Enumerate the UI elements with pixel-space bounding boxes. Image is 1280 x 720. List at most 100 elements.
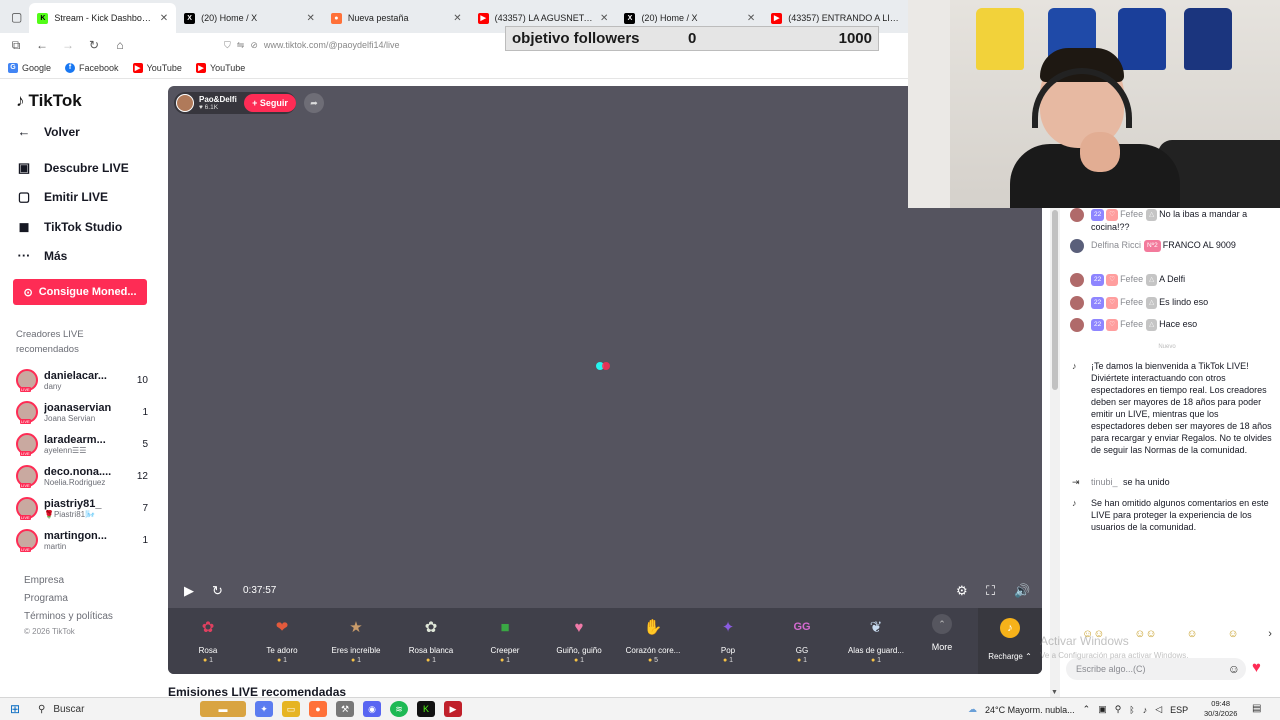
more-gifts-button[interactable]: ⌃ More xyxy=(927,614,957,652)
browser-tab[interactable]: ● Nueva pestaña ✕ xyxy=(323,3,470,33)
chat-message: Delfina Ricci Nº2 FRANCO AL 9009 xyxy=(1070,239,1272,253)
gift-item[interactable]: ❤ Te adoro 1 xyxy=(245,614,319,664)
chat-input[interactable]: Escribe algo...(C) ☺ xyxy=(1066,658,1246,680)
creator-item[interactable]: deco.nona....Noelia.Rodriguez 12 xyxy=(16,463,148,489)
chat-username[interactable]: Fefee xyxy=(1120,297,1143,307)
bookmark-facebook[interactable]: f Facebook xyxy=(65,62,119,73)
windows-start-icon[interactable]: ⊞ xyxy=(0,702,30,716)
speaker-icon[interactable]: ◁ xyxy=(1155,704,1162,715)
gift-item[interactable]: ■ Creeper 1 xyxy=(468,614,542,665)
back-icon[interactable]: ← xyxy=(34,37,50,53)
gift-item[interactable]: ♥ Guiño, guiño 1 xyxy=(542,614,616,665)
home-icon[interactable]: ⌂ xyxy=(112,37,128,53)
network-icon[interactable]: ▣ xyxy=(1098,704,1107,715)
language-indicator[interactable]: ESP xyxy=(1170,705,1188,715)
chat-username[interactable]: Fefee xyxy=(1120,319,1143,329)
bookmark-google[interactable]: G Google xyxy=(8,62,51,73)
gift-item[interactable]: ✿ Rosa 1 xyxy=(171,614,245,664)
gift-item[interactable]: ★ Eres increíble 1 xyxy=(319,614,393,664)
replay-icon[interactable]: ↻ xyxy=(212,583,223,599)
play-icon[interactable]: ▶ xyxy=(184,583,194,599)
creator-item[interactable]: laradearm...ayelenn☰☰ 5 xyxy=(16,431,148,457)
copilot-icon[interactable]: ✦ xyxy=(255,701,273,717)
chevron-right-icon[interactable]: › xyxy=(1268,628,1272,640)
nav-mas[interactable]: ··· Más xyxy=(16,248,68,263)
widget-icon[interactable]: ▬ xyxy=(200,701,246,717)
chat-scrollbar[interactable]: ▼ xyxy=(1050,208,1060,698)
tab-actions-icon[interactable]: ▢ xyxy=(4,0,29,33)
follow-button[interactable]: + Seguir xyxy=(244,94,296,112)
x-icon: X xyxy=(624,12,636,24)
app-icon[interactable]: ⚒ xyxy=(336,701,354,717)
nav-volver[interactable]: ← Volver xyxy=(16,124,80,139)
gift-price: 1 xyxy=(765,657,839,664)
discord-icon[interactable]: ◉ xyxy=(363,701,381,717)
browser-tab[interactable]: K Stream - Kick Dashboard ✕ xyxy=(29,3,177,33)
nav-descubre-live[interactable]: ▣ Descubre LIVE xyxy=(16,160,129,176)
youtube-icon: ▶ xyxy=(195,62,206,73)
tab-overview-icon[interactable]: ⧉ xyxy=(8,37,24,53)
emoji-reaction[interactable]: ☺ xyxy=(1186,628,1197,640)
emoji-reaction[interactable]: ☺☺ xyxy=(1134,628,1156,640)
gift-item[interactable]: ✦ Pop 1 xyxy=(691,614,765,664)
youtube-icon[interactable]: ▶ xyxy=(444,701,462,717)
viewer-count: 5 xyxy=(142,438,148,450)
chat-username[interactable]: tinubi_ xyxy=(1091,477,1118,487)
heart-icon: ♥ xyxy=(574,618,584,636)
browser-tab[interactable]: X (20) Home / X ✕ xyxy=(176,3,323,33)
level-badge: 22 xyxy=(1091,274,1105,286)
weather-text[interactable]: 24°C Mayorm. nubla... xyxy=(985,705,1075,715)
creator-item[interactable]: martingon...martin 1 xyxy=(16,527,148,553)
like-heart-icon[interactable]: ♥ xyxy=(1252,659,1261,676)
volume-icon[interactable]: 🔊 xyxy=(1014,583,1030,599)
clock[interactable]: 09:48 30/3/2026 xyxy=(1204,699,1237,719)
scroll-thumb[interactable] xyxy=(1052,210,1058,390)
footer-link-programa[interactable]: Programa xyxy=(24,593,68,604)
emoji-reaction[interactable]: ☺ xyxy=(1227,628,1238,640)
bookmark-youtube[interactable]: ▶ YouTube xyxy=(132,62,182,73)
creator-item[interactable]: piastriy81_🌹Piastri81🌬️ 7 xyxy=(16,495,148,521)
close-tab-icon[interactable]: ✕ xyxy=(307,13,315,24)
creator-item[interactable]: danielacar...dany 10 xyxy=(16,367,148,393)
chevron-up-icon[interactable]: ⌃ xyxy=(1083,704,1091,715)
tiktok-logo[interactable]: ♪ TikTok xyxy=(16,91,82,111)
close-tab-icon[interactable]: ✕ xyxy=(453,13,461,24)
gift-item[interactable]: ✿ Rosa blanca 1 xyxy=(394,614,468,664)
bluetooth-icon[interactable]: ᛒ xyxy=(1129,705,1134,715)
close-tab-icon[interactable]: ✕ xyxy=(160,13,168,24)
notification-icon[interactable]: ▤ xyxy=(1252,703,1261,714)
scroll-down-icon[interactable]: ▼ xyxy=(1051,689,1058,696)
nav-label: Volver xyxy=(44,124,80,139)
forward-icon[interactable]: → xyxy=(60,37,76,53)
gift-item[interactable]: ❦ Alas de guard... 1 xyxy=(839,614,913,664)
kick-icon[interactable]: K xyxy=(417,701,435,717)
gift-item[interactable]: GG GG 1 xyxy=(765,614,839,664)
fullscreen-icon[interactable]: ⛶ xyxy=(986,583,995,599)
firefox-icon[interactable]: ● xyxy=(309,701,327,717)
mic-icon[interactable]: ⚲ xyxy=(1115,704,1122,715)
share-icon[interactable]: ➦ xyxy=(304,93,324,113)
address-bar[interactable]: ⛉ ⇋ ⊘ www.tiktok.com/@paoydelfi14/live xyxy=(224,35,400,55)
creator-item[interactable]: joanaservianJoana Servian 1 xyxy=(16,399,148,425)
taskbar-search[interactable]: ⚲ Buscar xyxy=(30,704,160,715)
gift-item[interactable]: ✋ Corazón core... 5 xyxy=(616,614,690,664)
footer-link-terms[interactable]: Términos y políticas xyxy=(24,611,113,622)
get-coins-button[interactable]: ⊙ Consigue Moned... xyxy=(13,279,147,305)
volume-icon[interactable]: ♪ xyxy=(1143,705,1148,715)
bookmark-youtube[interactable]: ▶ YouTube xyxy=(195,62,245,73)
close-tab-icon[interactable]: ✕ xyxy=(747,13,755,24)
chat-username[interactable]: Fefee xyxy=(1120,274,1143,284)
file-explorer-icon[interactable]: ▭ xyxy=(282,701,300,717)
chat-username[interactable]: Delfina Ricci xyxy=(1091,240,1141,250)
footer-link-empresa[interactable]: Empresa xyxy=(24,575,64,586)
emoji-icon[interactable]: ☺ xyxy=(1228,662,1240,676)
avatar xyxy=(1070,296,1084,310)
spotify-icon[interactable]: ≋ xyxy=(390,701,408,717)
chat-username[interactable]: Fefee xyxy=(1120,209,1143,219)
close-tab-icon[interactable]: ✕ xyxy=(600,13,608,24)
nav-tiktok-studio[interactable]: ◼ TikTok Studio xyxy=(16,219,123,235)
recharge-button[interactable]: ♪ Recharge ⌃ xyxy=(978,608,1042,674)
reload-icon[interactable]: ↻ xyxy=(86,37,102,53)
settings-icon[interactable]: ⚙ xyxy=(956,583,968,599)
nav-emitir-live[interactable]: ▢ Emitir LIVE xyxy=(16,189,108,205)
